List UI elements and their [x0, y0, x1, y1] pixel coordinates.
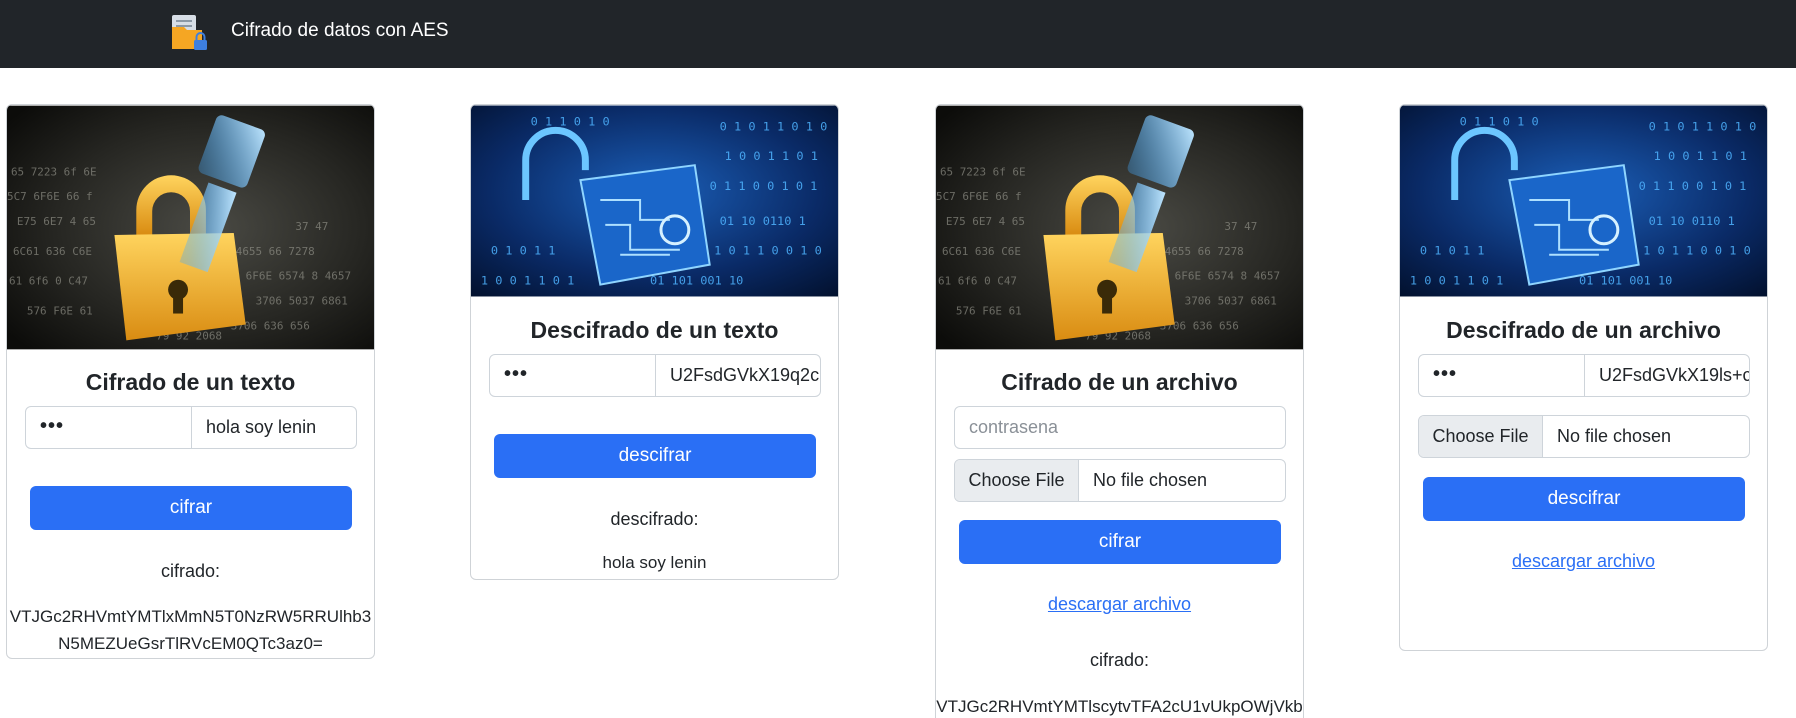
svg-text:61 6f6 0 C47: 61 6f6 0 C47	[9, 275, 88, 288]
svg-text:0 1 0 1 1: 0 1 0 1 1	[491, 244, 556, 258]
svg-text:5C7 6F6E 66 f: 5C7 6F6E 66 f	[7, 190, 93, 203]
svg-text:576 F6E 61: 576 F6E 61	[27, 305, 93, 318]
svg-text:01 101 001 10: 01 101 001 10	[1579, 274, 1672, 288]
encrypt-button[interactable]: cifrar	[30, 486, 352, 530]
password-field[interactable]: •••	[26, 407, 192, 448]
encrypt-text-input-group: ••• hola soy lenin	[25, 406, 357, 449]
encrypted-result: VTJGc2RHVmtYMTlxMmN5T0NzRW5RRUlhb3 N5MEZ…	[9, 607, 372, 653]
svg-text:01 101 001 10: 01 101 001 10	[650, 274, 743, 288]
svg-text:65 7223 6f 6E: 65 7223 6f 6E	[11, 165, 97, 178]
result-label: cifrado:	[160, 561, 221, 581]
file-input[interactable]: Choose File No file chosen	[1418, 415, 1750, 458]
svg-text:1 0 0 1 1 0 1: 1 0 0 1 1 0 1	[481, 274, 574, 288]
svg-text:3706 5037 6861: 3706 5037 6861	[256, 295, 348, 308]
decrypt-text-card: 0 1 0 1 1 0 1 0 1 0 0 1 1 0 1 0 1 1 0 0 …	[470, 104, 839, 580]
app-title: Cifrado de datos con AES	[231, 20, 449, 41]
encrypt-button[interactable]: cifrar	[959, 520, 1281, 564]
card-title: Descifrado de un archivo	[1446, 317, 1721, 343]
download-file-link[interactable]: descargar archivo	[936, 592, 1303, 616]
encrypted-result: VTJGc2RHVmtYMTlscytvTFA2cU1vUkpOWjVkb	[936, 697, 1303, 716]
svg-text:6F6E 6574 8 4657: 6F6E 6574 8 4657	[1175, 270, 1280, 283]
result-label: descifrado:	[610, 509, 699, 529]
file-input[interactable]: Choose File No file chosen	[954, 459, 1286, 502]
card-title: Cifrado de un texto	[85, 369, 296, 395]
svg-text:0 1 0 1 1 0 0 1 0: 0 1 0 1 1 0 0 1 0	[1629, 244, 1751, 258]
encrypt-file-card: 65 7223 6f 6E 5C7 6F6E 66 f E75 6E7 4 65…	[935, 104, 1304, 718]
encrypt-text-card: 65 7223 6f 6E 5C7 6F6E 66 f E75 6E7 4 65…	[6, 104, 375, 659]
svg-text:0 1 1 0 0 1 0 1: 0 1 1 0 0 1 0 1	[710, 179, 818, 193]
svg-text:0 1 1 0 1 0: 0 1 1 0 1 0	[531, 114, 610, 128]
download-file-link[interactable]: descargar archivo	[1400, 549, 1767, 573]
svg-text:1 0 0 1 1 0 1: 1 0 0 1 1 0 1	[725, 149, 818, 163]
svg-text:576 F6E 61: 576 F6E 61	[956, 305, 1022, 318]
svg-text:01 10 0110 1: 01 10 0110 1	[1649, 214, 1735, 228]
password-field[interactable]: •••	[490, 355, 656, 396]
svg-text:5C7 6F6E 66 f: 5C7 6F6E 66 f	[936, 190, 1022, 203]
svg-text:4655 66 7278: 4655 66 7278	[1165, 245, 1244, 258]
ciphertext-field[interactable]: U2FsdGVkX19ls+c	[1585, 355, 1749, 396]
file-status: No file chosen	[1093, 470, 1208, 490]
choose-file-button[interactable]: Choose File	[955, 460, 1079, 501]
svg-text:37 47: 37 47	[1224, 220, 1257, 233]
svg-text:0 1 0 1 1 0 0 1 0: 0 1 0 1 1 0 0 1 0	[700, 244, 822, 258]
svg-text:E75 6E7 4 65: E75 6E7 4 65	[946, 215, 1025, 228]
decrypted-result: hola soy lenin	[602, 553, 707, 572]
svg-text:6C61 636 C6E: 6C61 636 C6E	[13, 245, 92, 258]
svg-text:3706 5037 6861: 3706 5037 6861	[1185, 295, 1277, 308]
svg-text:61 6f6 0 C47: 61 6f6 0 C47	[938, 275, 1017, 288]
decrypt-button[interactable]: descifrar	[1423, 477, 1745, 521]
golden-padlock-key-image: 65 7223 6f 6E 5C7 6F6E 66 f E75 6E7 4 65…	[936, 105, 1303, 350]
svg-text:1 0 0 1 1 0 1: 1 0 0 1 1 0 1	[1654, 149, 1747, 163]
decrypt-file-input-group: ••• U2FsdGVkX19ls+c	[1418, 354, 1750, 397]
password-field[interactable]: •••	[1419, 355, 1585, 396]
decrypt-file-card: 0 1 0 1 1 0 1 0 1 0 0 1 1 0 1 0 1 1 0 0 …	[1399, 104, 1768, 651]
result-label: cifrado:	[1089, 650, 1150, 670]
folder-lock-icon[interactable]	[170, 13, 210, 53]
svg-text:4655 66 7278: 4655 66 7278	[236, 245, 315, 258]
svg-text:6F6E 6574 8 4657: 6F6E 6574 8 4657	[246, 270, 351, 283]
password-input[interactable]: contrasena	[954, 406, 1286, 449]
plaintext-field[interactable]: hola soy lenin	[192, 407, 356, 448]
svg-text:E75 6E7 4 65: E75 6E7 4 65	[17, 215, 96, 228]
navbar: Cifrado de datos con AES	[0, 0, 1796, 68]
svg-text:65 7223 6f 6E: 65 7223 6f 6E	[940, 165, 1026, 178]
svg-text:6C61 636 C6E: 6C61 636 C6E	[942, 245, 1021, 258]
golden-padlock-key-image: 65 7223 6f 6E 5C7 6F6E 66 f E75 6E7 4 65…	[7, 105, 374, 350]
svg-text:0 1 1 0 1 0: 0 1 1 0 1 0	[1460, 114, 1539, 128]
decrypt-button[interactable]: descifrar	[494, 434, 816, 478]
card-title: Cifrado de un archivo	[1001, 369, 1238, 395]
blue-open-padlock-image: 0 1 0 1 1 0 1 0 1 0 0 1 1 0 1 0 1 1 0 0 …	[1400, 105, 1767, 297]
card-title: Descifrado de un texto	[530, 317, 779, 343]
svg-text:01 10 0110 1: 01 10 0110 1	[720, 214, 806, 228]
svg-text:0 1 0 1 1 0 1 0: 0 1 0 1 1 0 1 0	[1649, 119, 1757, 133]
file-status: No file chosen	[1557, 426, 1672, 446]
choose-file-button[interactable]: Choose File	[1419, 416, 1543, 457]
svg-text:0 1 1 0 0 1 0 1: 0 1 1 0 0 1 0 1	[1639, 179, 1747, 193]
svg-text:0 1 0 1 1 0 1 0: 0 1 0 1 1 0 1 0	[720, 119, 828, 133]
svg-text:37 47: 37 47	[295, 220, 328, 233]
decrypt-text-input-group: ••• U2FsdGVkX19q2c	[489, 354, 821, 397]
svg-text:0 1 0 1 1: 0 1 0 1 1	[1420, 244, 1485, 258]
blue-open-padlock-image: 0 1 0 1 1 0 1 0 1 0 0 1 1 0 1 0 1 1 0 0 …	[471, 105, 838, 297]
svg-text:1 0 0 1 1 0 1: 1 0 0 1 1 0 1	[1410, 274, 1503, 288]
ciphertext-field[interactable]: U2FsdGVkX19q2c	[656, 355, 820, 396]
